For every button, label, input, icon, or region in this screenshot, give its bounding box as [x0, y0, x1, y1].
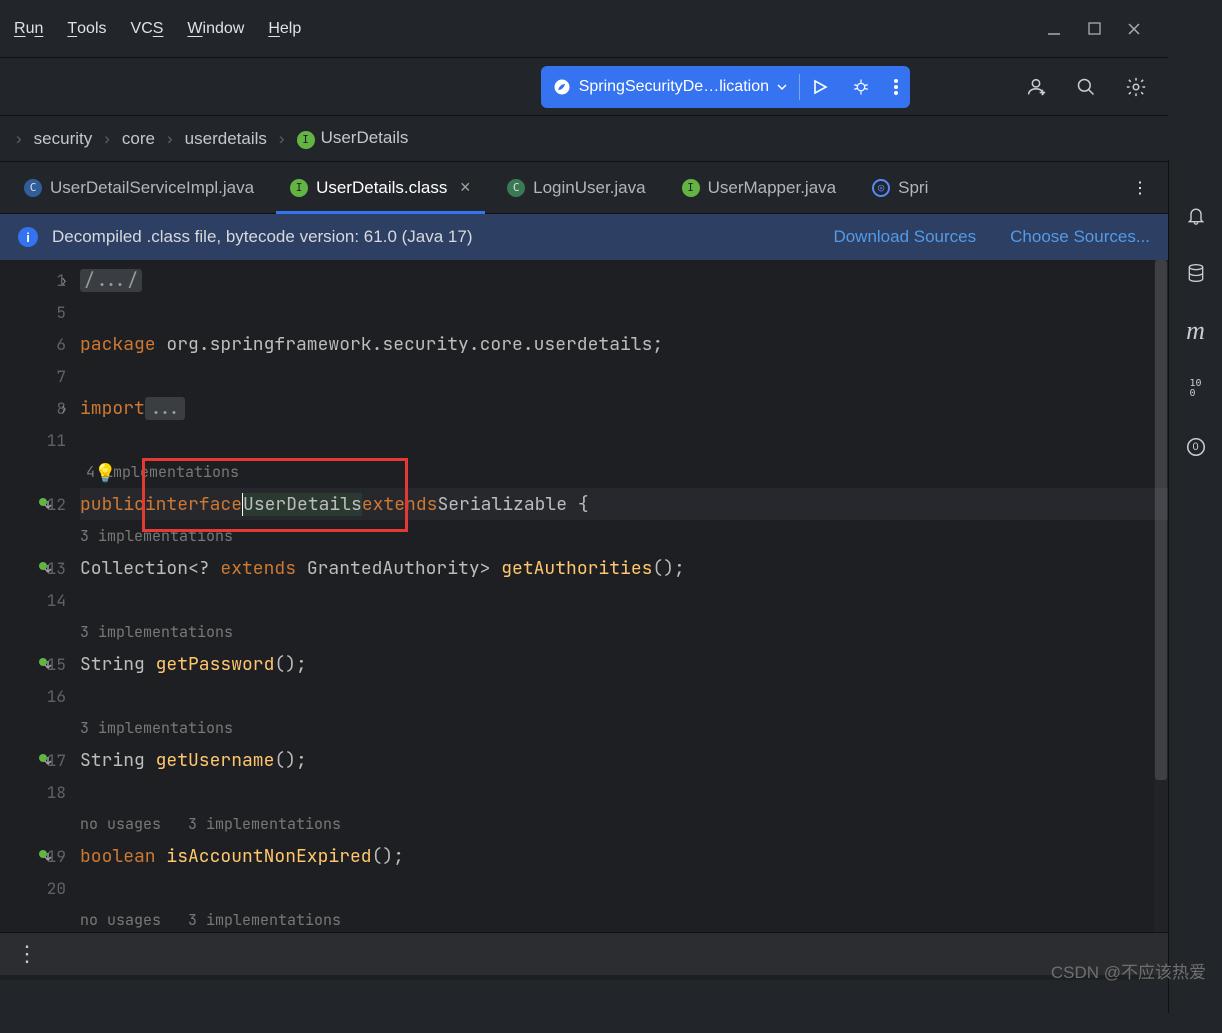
chevron-right-icon: ›	[167, 129, 173, 149]
run-config-selector[interactable]: SpringSecurityDe…lication	[541, 66, 799, 108]
info-icon: i	[18, 227, 38, 247]
code-content[interactable]: /.../ package org.springframework.securi…	[76, 260, 1168, 980]
tab-userdetailserviceimpl[interactable]: CUserDetailServiceImpl.java	[6, 162, 272, 213]
menu-tools[interactable]: TToolsools	[67, 20, 106, 38]
folded-imports[interactable]: ...	[145, 397, 185, 420]
menu-help[interactable]: Help	[268, 20, 301, 38]
breadcrumb-leaf[interactable]: IUserDetails	[297, 128, 409, 149]
editor-tabs: CUserDetailServiceImpl.java IUserDetails…	[0, 162, 1168, 214]
decompile-notification: i Decompiled .class file, bytecode versi…	[0, 214, 1168, 260]
inlay-hint[interactable]: 3 implementations	[80, 526, 233, 546]
maximize-button[interactable]	[1074, 9, 1114, 49]
tab-userdetails-class[interactable]: IUserDetails.class✕	[272, 162, 489, 213]
class-icon: C	[507, 179, 525, 197]
tab-usermapper[interactable]: IUserMapper.java	[664, 162, 855, 213]
status-menu-icon[interactable]: ⋮	[16, 941, 40, 967]
tab-spring-truncated[interactable]: ◎Spri	[854, 162, 946, 213]
menu-run[interactable]: Run	[14, 20, 43, 38]
run-config-box: SpringSecurityDe…lication	[541, 66, 910, 108]
search-icon[interactable]	[1068, 69, 1104, 105]
selected-text: UserDetails	[242, 493, 362, 516]
implementation-icon[interactable]	[38, 497, 52, 511]
run-button[interactable]	[800, 66, 840, 108]
main-menubar: Run TToolsools VCS Window Help	[0, 0, 1168, 58]
status-bar: ⋮	[0, 932, 1168, 975]
editor-gutter: 1› 5 6 7 8› 11 12 13 14 15 16 17 18 19 2…	[0, 260, 76, 980]
chevron-right-icon: ›	[279, 129, 285, 149]
fold-icon[interactable]: ›	[60, 400, 68, 417]
menu-vcs[interactable]: VCS	[131, 20, 164, 38]
minimize-button[interactable]	[1034, 9, 1074, 49]
menu-window[interactable]: Window	[187, 20, 244, 38]
run-config-label: SpringSecurityDe…lication	[579, 78, 769, 96]
right-tool-rail: m 10 0 0	[1168, 160, 1222, 1013]
tabs-overflow-button[interactable]: ⋮	[1128, 178, 1152, 198]
settings-icon[interactable]	[1118, 69, 1154, 105]
implementation-icon[interactable]	[38, 561, 52, 575]
chevron-right-icon: ›	[16, 129, 22, 149]
maven-icon[interactable]: m	[1181, 316, 1211, 346]
breadcrumb-item[interactable]: userdetails	[185, 129, 267, 149]
bulb-icon[interactable]: 💡	[94, 462, 116, 485]
coverage-icon[interactable]: 10 0	[1181, 374, 1211, 404]
chevron-down-icon	[777, 82, 787, 92]
kotlin-icon: ◎	[872, 179, 890, 197]
editor-scrollbar[interactable]	[1154, 260, 1168, 980]
notif-message: Decompiled .class file, bytecode version…	[52, 227, 799, 247]
implementation-icon[interactable]	[38, 657, 52, 671]
main-toolbar: SpringSecurityDe…lication	[0, 58, 1168, 116]
interface-icon: I	[297, 131, 315, 149]
chevron-right-icon: ›	[104, 129, 110, 149]
close-button[interactable]	[1114, 9, 1154, 49]
database-icon[interactable]	[1181, 258, 1211, 288]
class-icon: C	[24, 179, 42, 197]
breadcrumb: › security › core › userdetails › IUserD…	[0, 116, 1168, 162]
interface-icon: I	[682, 179, 700, 197]
notifications-icon[interactable]	[1181, 200, 1211, 230]
inlay-hint[interactable]: 3 implementations	[80, 622, 233, 642]
implementation-icon[interactable]	[38, 849, 52, 863]
breadcrumb-item[interactable]: core	[122, 129, 155, 149]
implementation-icon[interactable]	[38, 753, 52, 767]
spring-icon	[553, 78, 571, 96]
tab-loginuser[interactable]: CLoginUser.java	[489, 162, 663, 213]
close-tab-icon[interactable]: ✕	[459, 179, 471, 196]
inlay-hint[interactable]: no usages 3 implementations	[80, 814, 341, 834]
debug-button[interactable]	[840, 66, 882, 108]
download-sources-link[interactable]: Download Sources	[833, 227, 976, 247]
inlay-hint[interactable]: no usages 3 implementations	[80, 910, 341, 930]
inlay-hint[interactable]: 3 implementations	[80, 718, 233, 738]
more-actions-button[interactable]	[882, 66, 910, 108]
interface-icon: I	[290, 179, 308, 197]
problems-icon[interactable]: 0	[1181, 432, 1211, 462]
breadcrumb-item[interactable]: security	[34, 129, 93, 149]
fold-icon[interactable]: ›	[60, 272, 68, 289]
code-with-me-icon[interactable]	[1018, 69, 1054, 105]
folded-region[interactable]: /.../	[80, 269, 142, 292]
code-editor[interactable]: 1› 5 6 7 8› 11 12 13 14 15 16 17 18 19 2…	[0, 260, 1168, 980]
choose-sources-link[interactable]: Choose Sources...	[1010, 227, 1150, 247]
